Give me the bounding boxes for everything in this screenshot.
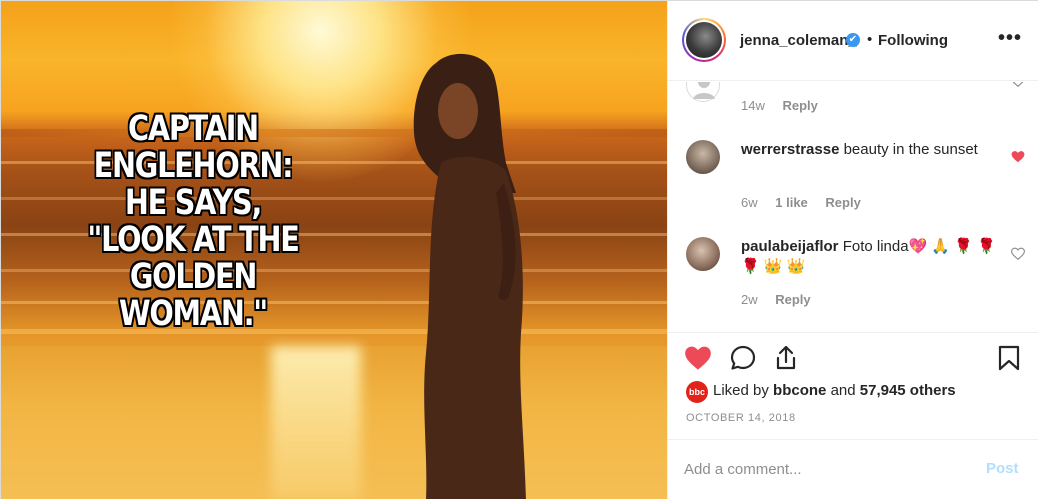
liked-by-username[interactable]: bbcone: [773, 382, 826, 399]
post-comment-button[interactable]: Post: [986, 460, 1019, 477]
comments-list[interactable]: 14w Reply werrerstrasse beauty in the su…: [668, 82, 1038, 332]
comment-username[interactable]: paulabeijaflor: [741, 238, 839, 255]
comment-body: werrerstrasse beauty in the sunset: [741, 140, 996, 160]
meme-line: CAPTAIN: [128, 109, 259, 149]
comment-avatar[interactable]: [686, 140, 720, 174]
comment-time[interactable]: 2w: [741, 292, 758, 307]
comment-meta: 2w Reply: [741, 292, 825, 307]
comment-reply-button[interactable]: Reply: [782, 98, 817, 113]
comment-meta: 6w 1 like Reply: [741, 195, 875, 210]
add-comment-input[interactable]: [684, 458, 964, 480]
sun-reflection: [271, 346, 361, 499]
comment-username[interactable]: werrerstrasse: [741, 141, 839, 158]
comment-avatar[interactable]: [686, 237, 720, 271]
verified-badge-icon: ✔: [846, 33, 860, 47]
likes-summary: Liked by bbcone and 57,945 others: [713, 382, 956, 399]
comment-likes[interactable]: 1 like: [775, 195, 808, 210]
post-sidebar: jenna_coleman_ ✔ • Following ••• 14w Rep…: [667, 1, 1038, 499]
meme-line: ENGLEHORN:: [93, 146, 294, 186]
liked-by-prefix: Liked by: [713, 382, 769, 399]
default-avatar-icon: [693, 82, 715, 99]
comment-text: beauty in the sunset: [843, 141, 978, 158]
likes-count[interactable]: 57,945 others: [860, 382, 956, 399]
author-username[interactable]: jenna_coleman_: [740, 32, 857, 49]
comment-reply-button[interactable]: Reply: [775, 292, 810, 307]
story-avatar[interactable]: [682, 18, 726, 62]
avatar: [686, 22, 722, 58]
meme-line: GOLDEN WOMAN.": [118, 257, 268, 334]
comment-like-icon[interactable]: [1011, 82, 1025, 88]
comment-body: paulabeijaflor Foto linda💖 🙏 🌹 🌹 🌹 👑 👑: [741, 237, 996, 277]
comment-time[interactable]: 14w: [741, 98, 765, 113]
meme-line: "LOOK AT THE: [87, 220, 299, 260]
liker-avatar[interactable]: bbc one: [686, 381, 708, 419]
liked-by-and: and: [830, 382, 856, 399]
comment-avatar[interactable]: [686, 82, 720, 102]
avatar-frame: [684, 20, 724, 60]
heart-icon[interactable]: [684, 345, 712, 371]
comment-liked-heart-icon[interactable]: [1011, 150, 1025, 164]
post-photo[interactable]: CAPTAIN ENGLEHORN: HE SAYS, "LOOK AT THE…: [1, 1, 667, 499]
comment-icon[interactable]: [730, 345, 756, 371]
meme-caption: CAPTAIN ENGLEHORN: HE SAYS, "LOOK AT THE…: [54, 111, 333, 333]
more-options-icon[interactable]: •••: [998, 27, 1022, 50]
comment-reply-button[interactable]: Reply: [825, 195, 860, 210]
bookmark-icon[interactable]: [998, 345, 1020, 371]
share-icon[interactable]: [774, 345, 798, 371]
following-button[interactable]: Following: [878, 32, 948, 49]
add-comment-bar: Post: [668, 439, 1038, 499]
instagram-post: CAPTAIN ENGLEHORN: HE SAYS, "LOOK AT THE…: [0, 0, 1038, 499]
post-header: jenna_coleman_ ✔ • Following •••: [668, 1, 1038, 81]
comment-meta: 14w Reply: [741, 98, 832, 113]
post-date[interactable]: OCTOBER 14, 2018: [686, 412, 796, 424]
separator-dot: •: [867, 31, 873, 48]
woman-silhouette: [413, 53, 526, 499]
meme-line: HE SAYS,: [124, 183, 263, 223]
comment-like-icon[interactable]: [1011, 247, 1025, 261]
comment-time[interactable]: 6w: [741, 195, 758, 210]
